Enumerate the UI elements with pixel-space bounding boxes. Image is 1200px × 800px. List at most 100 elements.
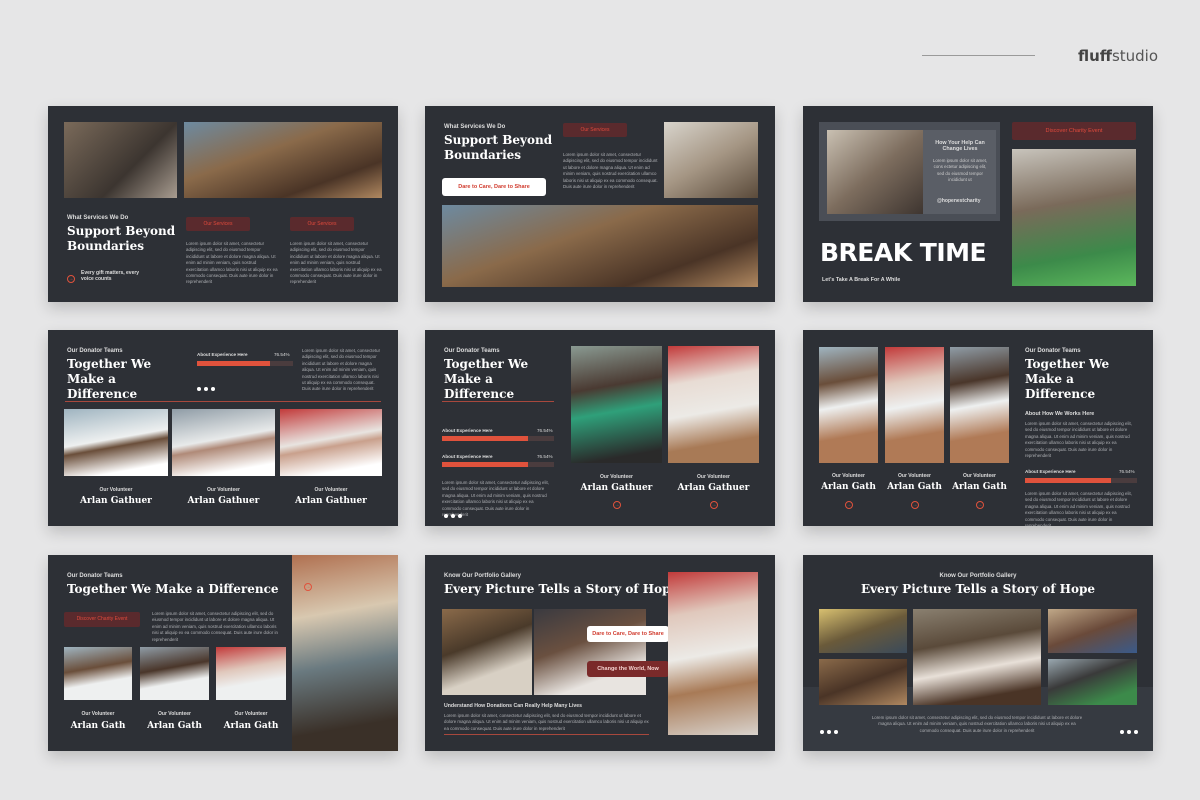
volunteer-name: Arlan Gathuer xyxy=(295,496,367,506)
photo-volunteer xyxy=(280,409,382,476)
slide-subtitle: Our Donator Teams xyxy=(444,348,500,354)
photo-volunteer xyxy=(819,347,878,463)
body-text: Lorem ipsum dolor sit amet, consectetur … xyxy=(152,611,278,642)
photo-volunteer-box xyxy=(668,346,759,463)
change-the-world-button[interactable]: Change the World, Now xyxy=(587,661,669,677)
slide-6[interactable]: Our Volunteer Our Volunteer Our Voluntee… xyxy=(803,330,1153,526)
dare-to-care-button[interactable]: Dare to Care, Dare to Share xyxy=(587,626,669,642)
photo-volunteer-green-bags xyxy=(1012,149,1136,286)
handle: @hopenestcharity xyxy=(937,198,981,204)
slide-subtitle: Our Donator Teams xyxy=(1025,348,1081,354)
photo-volunteer xyxy=(140,647,209,700)
volunteer-label: Our Volunteer xyxy=(697,474,730,480)
volunteer-name: Arlan Gath xyxy=(821,482,876,492)
our-services-button[interactable]: Our Services xyxy=(186,217,250,231)
photo-volunteer xyxy=(64,647,132,700)
slide-subtitle: Let's Take A Break For A While xyxy=(822,277,901,283)
slide-7[interactable]: Our Donator Teams Together We Make a Dif… xyxy=(48,555,398,751)
photo-volunteers-kitchen xyxy=(827,130,923,214)
photo-volunteer xyxy=(216,647,286,700)
progress-fill xyxy=(197,361,271,366)
slide-5[interactable]: Our Donator Teams Together We Make a Dif… xyxy=(425,330,775,526)
volunteer-name: Arlan Gath xyxy=(952,482,1007,492)
body-text: Lorem ipsum dolor sit amet, consectetur … xyxy=(1025,421,1132,459)
photo-volunteers-packing xyxy=(64,122,177,198)
photo-volunteer-medicine-box xyxy=(668,572,758,735)
photo-volunteer xyxy=(885,347,944,463)
divider xyxy=(442,401,554,402)
body-text: Lorem ipsum dolor sit amet, consectetur … xyxy=(302,348,381,392)
photo-volunteer xyxy=(64,409,168,476)
progress-fill xyxy=(442,462,528,467)
volunteer-name: Arlan Gath xyxy=(147,721,202,731)
bar-label: About Experience Here xyxy=(1025,469,1076,474)
brand-logo: fluffstudio xyxy=(1078,47,1159,65)
slide-title: Support Beyond Boundaries xyxy=(67,224,176,253)
photo-food-trays xyxy=(664,122,758,198)
volunteer-name: Arlan Gath xyxy=(223,721,279,731)
pagination-dots xyxy=(444,505,465,523)
photo-volunteer xyxy=(950,347,1009,463)
slide-subtitle: Our Donator Teams xyxy=(67,573,123,579)
progress-bar xyxy=(442,436,554,441)
volunteer-label: Our Volunteer xyxy=(314,487,348,493)
volunteer-label: Our Volunteer xyxy=(81,711,115,717)
break-time-title: BREAK TIME xyxy=(820,238,987,267)
arrow-icon[interactable]: → xyxy=(613,501,621,509)
volunteer-label: Our Volunteer xyxy=(963,473,996,479)
volunteer-name: Arlan Gathuer xyxy=(677,483,750,493)
photo-gallery-1 xyxy=(819,609,907,653)
pagination-dots xyxy=(197,378,218,396)
arrow-icon[interactable]: → xyxy=(710,501,718,509)
photo-gallery-2 xyxy=(819,659,907,705)
volunteer-label: Our Volunteer xyxy=(600,474,633,480)
slide-1[interactable]: What Services We Do Support Beyond Bound… xyxy=(48,106,398,302)
discover-charity-event-button[interactable]: Discover Charity Event xyxy=(1012,122,1136,140)
dare-to-care-button[interactable]: Dare to Care, Dare to Share xyxy=(442,178,546,196)
tagline: Every gift matters, every voice counts xyxy=(81,270,140,282)
body-text: Lorem ipsum dolor sit amet, consectetur … xyxy=(871,715,1083,733)
volunteer-label: Our Volunteer xyxy=(832,473,865,479)
volunteer-name: Arlan Gath xyxy=(70,721,126,731)
bar-percent: 76.54% xyxy=(1119,469,1135,474)
pagination-dots xyxy=(1120,721,1141,739)
photo-children-group xyxy=(184,122,382,198)
discover-charity-event-button[interactable]: Discover Charity Event xyxy=(64,612,140,627)
progress-fill xyxy=(442,436,528,441)
volunteer-label: Our Volunteer xyxy=(99,487,133,493)
body-text: Lorem ipsum dolor sit amet, consectetur … xyxy=(444,713,649,731)
arrow-icon[interactable]: → xyxy=(304,583,312,591)
slide-2[interactable]: What Services We Do Support Beyond Bound… xyxy=(425,106,775,302)
volunteer-label: Our Volunteer xyxy=(898,473,931,479)
photo-volunteer-childfund xyxy=(571,346,662,463)
slide-9[interactable]: Know Our Portfolio Gallery Every Picture… xyxy=(803,555,1153,751)
pagination-dots xyxy=(820,721,841,739)
body-text: Lorem ipsum dolor sit amet, consectetur … xyxy=(563,152,658,190)
bar-percent: 76.54% xyxy=(537,454,553,459)
our-services-button[interactable]: Our Services xyxy=(290,217,354,231)
slide-title: Every Picture Tells a Story of Hope xyxy=(444,582,679,596)
bar-percent: 76.54% xyxy=(274,352,290,357)
arrow-icon[interactable]: → xyxy=(845,501,853,509)
slide-3[interactable]: How Your Help Can Change Lives Lorem ips… xyxy=(803,106,1153,302)
slide-8[interactable]: Know Our Portfolio Gallery Every Picture… xyxy=(425,555,775,751)
arrow-icon[interactable]: → xyxy=(976,501,984,509)
card-text: Lorem ipsum dolor sit amet, cons ectetur… xyxy=(932,158,988,183)
arrow-icon[interactable]: → xyxy=(67,275,75,283)
arrow-icon[interactable]: → xyxy=(911,501,919,509)
slide-4[interactable]: Our Donator Teams Together We Make a Dif… xyxy=(48,330,398,526)
progress-bar xyxy=(197,361,293,366)
photo-children-group xyxy=(442,205,758,287)
bar-label: About Experience Here xyxy=(442,428,493,433)
section-heading: About How We Works Here xyxy=(1025,411,1095,417)
volunteer-name: Arlan Gath xyxy=(887,482,942,492)
progress-fill xyxy=(1025,478,1111,483)
photo-donation-handout xyxy=(534,609,646,695)
photo-donation-group xyxy=(442,609,532,695)
our-services-button[interactable]: Our Services xyxy=(563,123,627,137)
slide-subtitle: What Services We Do xyxy=(444,124,506,130)
divider xyxy=(444,734,649,735)
divider xyxy=(65,401,381,402)
body-text: Lorem ipsum dolor sit amet, consectetur … xyxy=(290,241,382,285)
slide-subtitle: Our Donator Teams xyxy=(67,348,123,354)
